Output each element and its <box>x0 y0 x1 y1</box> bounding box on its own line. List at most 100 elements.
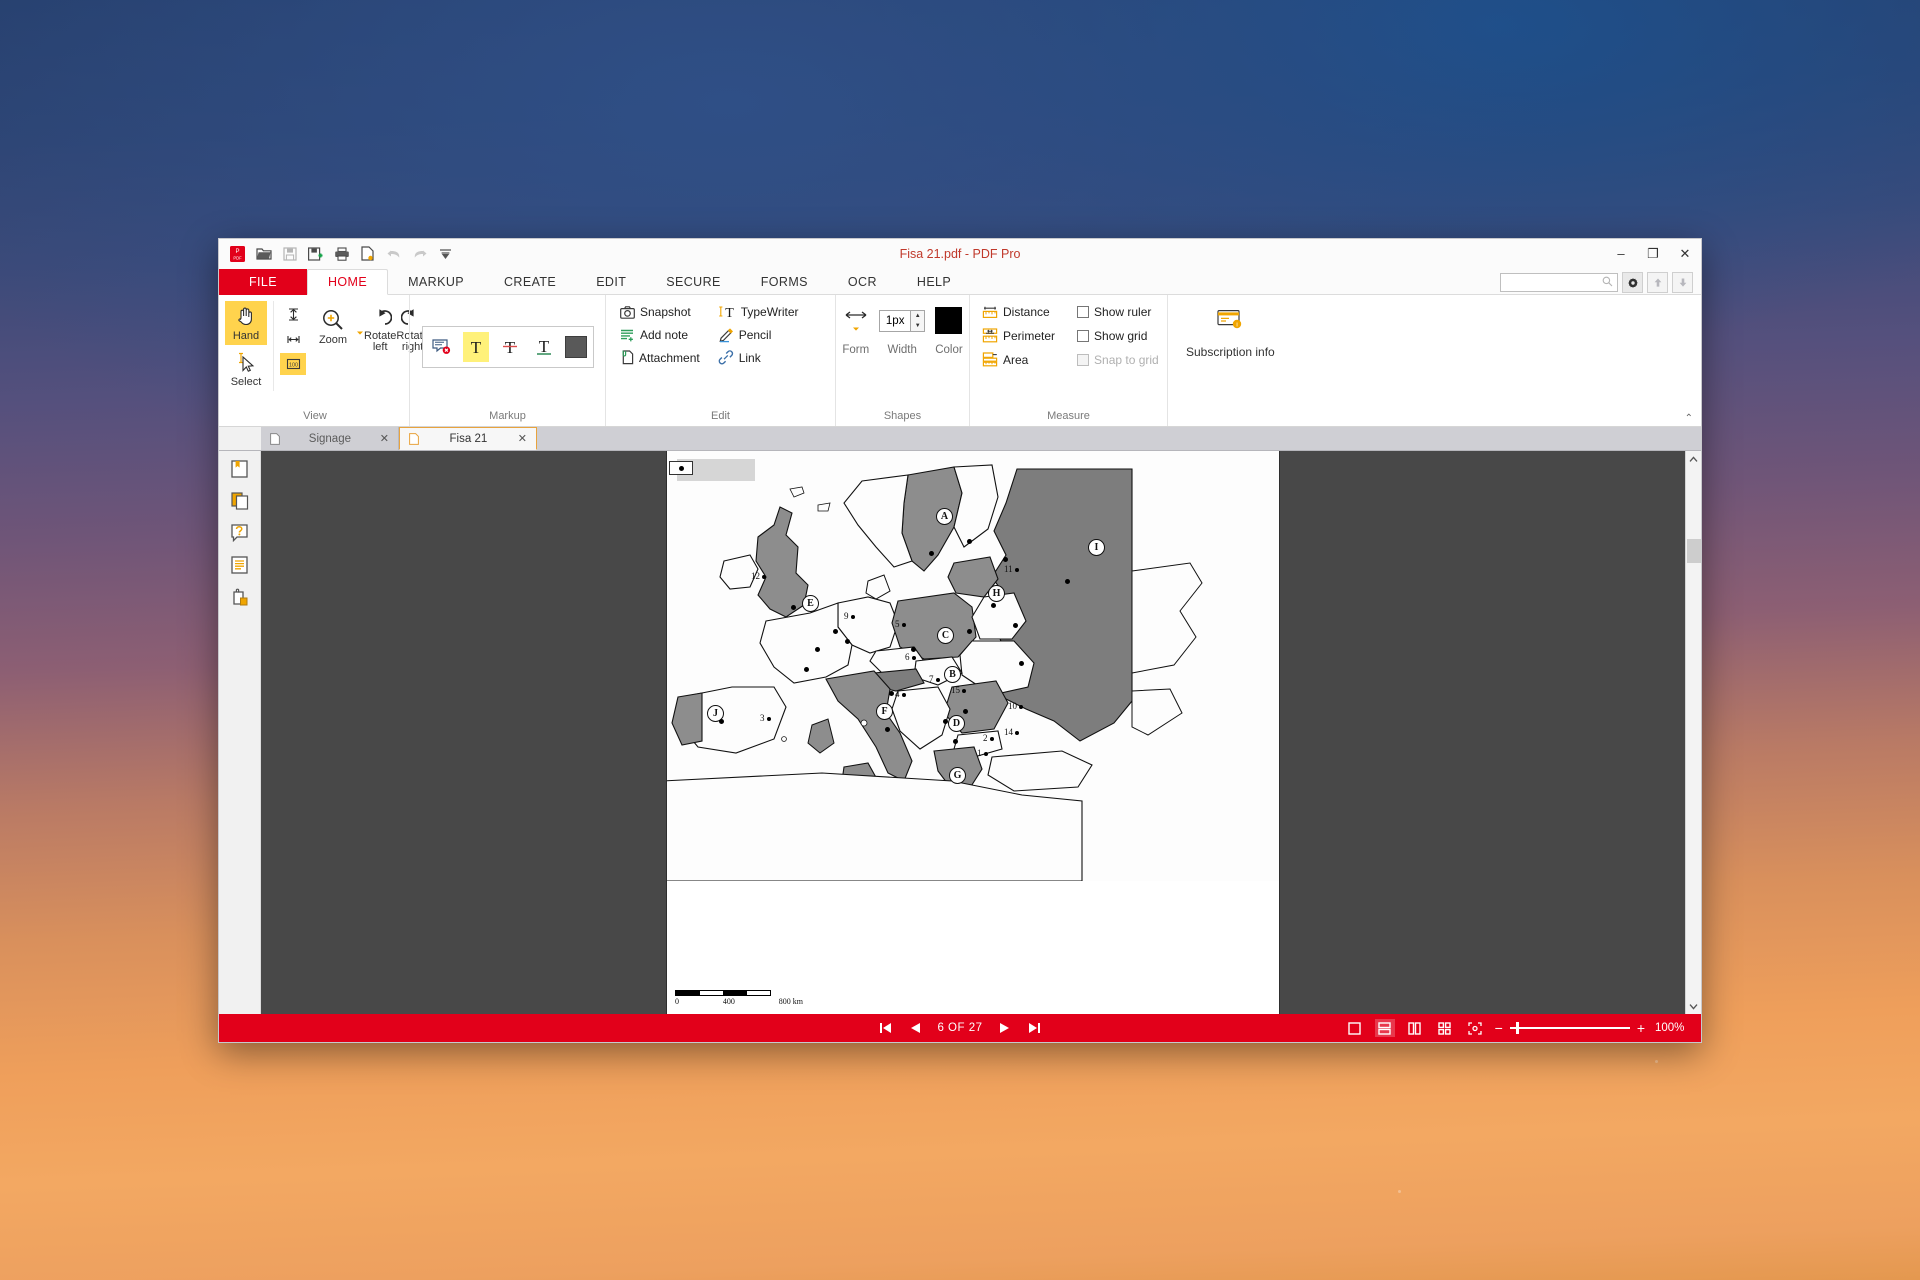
zoom-level-label[interactable]: 100% <box>1655 1022 1689 1034</box>
shape-color-swatch[interactable] <box>935 307 963 334</box>
close-button[interactable]: ✕ <box>1669 239 1701 269</box>
strikeout-text-tool-button[interactable]: T <box>497 332 523 362</box>
zoom-slider-knob[interactable] <box>1515 1022 1519 1034</box>
map-capital-dot <box>967 629 972 634</box>
previous-page-button[interactable] <box>907 1020 923 1036</box>
document-tab-fisa21-close[interactable]: ✕ <box>518 432 527 445</box>
map-capital-dot <box>815 647 820 652</box>
save-as-icon[interactable] <box>303 241 328 266</box>
zoom-in-button[interactable]: + <box>1637 1020 1645 1036</box>
actual-size-button[interactable]: 100 <box>280 353 306 375</box>
map-country-label-G: G <box>949 767 966 784</box>
document-tab-signage[interactable]: Signage ✕ <box>261 427 399 450</box>
search-input[interactable] <box>1505 276 1602 289</box>
show-grid-checkbox[interactable]: Show grid <box>1077 328 1159 343</box>
attachments-panel-icon[interactable] <box>226 585 254 609</box>
ribbon-tab-forms[interactable]: FORMS <box>741 269 828 295</box>
zoom-slider-track[interactable] <box>1509 1022 1630 1034</box>
snapshot-button[interactable]: Snapshot <box>620 304 700 320</box>
settings-gear-button[interactable] <box>1622 272 1643 293</box>
zoom-slider-control[interactable]: − + <box>1495 1020 1645 1036</box>
new-document-icon[interactable] <box>355 241 380 266</box>
shape-width-control[interactable]: 1px ▲ ▼ Width <box>879 307 926 356</box>
undo-icon[interactable] <box>381 241 406 266</box>
last-page-button[interactable] <box>1027 1020 1043 1036</box>
open-icon[interactable] <box>251 241 276 266</box>
perimeter-tool-button[interactable]: Perimeter <box>982 328 1055 343</box>
add-note-button[interactable]: Add note <box>620 327 700 343</box>
comments-panel-icon[interactable] <box>226 521 254 545</box>
ribbon-tab-secure[interactable]: SECURE <box>646 269 741 295</box>
search-box[interactable] <box>1500 273 1618 292</box>
main-area: A E I H C B F D G J 12 5 6 7 15 11 10 14… <box>219 451 1701 1014</box>
ribbon-tab-ocr[interactable]: OCR <box>828 269 897 295</box>
ribbon-tab-help[interactable]: HELP <box>897 269 971 295</box>
first-page-button[interactable] <box>877 1020 893 1036</box>
shape-form-control[interactable]: Form <box>842 307 869 356</box>
two-page-view-button[interactable] <box>1405 1019 1425 1037</box>
page-thumbnails-panel-icon[interactable] <box>226 489 254 513</box>
zoom-button[interactable]: Zoom <box>310 307 356 346</box>
redo-icon[interactable] <box>407 241 432 266</box>
attachment-button[interactable]: Attachment <box>620 350 700 365</box>
map-capital-dot <box>991 603 996 608</box>
vertical-scrollbar[interactable] <box>1685 451 1701 1014</box>
markup-color-swatch[interactable] <box>564 335 587 358</box>
search-previous-button[interactable] <box>1647 272 1668 293</box>
page-indicator[interactable]: 6 OF 27 <box>937 1022 982 1034</box>
fit-visible-view-button[interactable] <box>1465 1019 1485 1037</box>
underline-text-tool-button[interactable]: T <box>531 332 557 362</box>
delete-comment-tool-button[interactable] <box>429 332 455 362</box>
line-width-increase[interactable]: ▲ <box>911 310 925 321</box>
document-tab-signage-label: Signage <box>308 432 351 445</box>
ribbon-tab-home[interactable]: HOME <box>307 269 389 295</box>
grid-view-button[interactable] <box>1435 1019 1455 1037</box>
maximize-button[interactable]: ❐ <box>1637 239 1669 269</box>
hand-tool-button[interactable]: Hand <box>225 301 267 345</box>
print-icon[interactable] <box>329 241 354 266</box>
shape-color-control[interactable]: Color <box>935 307 963 356</box>
single-page-view-button[interactable] <box>1345 1019 1365 1037</box>
map-capital-dot <box>963 709 968 714</box>
show-ruler-checkbox-box[interactable] <box>1077 306 1090 318</box>
document-tab-signage-close[interactable]: ✕ <box>380 432 389 445</box>
line-width-spinner[interactable]: 1px ▲ ▼ <box>879 309 926 332</box>
subscription-info-button[interactable]: i Subscription info <box>1186 309 1275 359</box>
ribbon-tab-file[interactable]: FILE <box>219 269 307 295</box>
navigation-panel-rail <box>219 451 261 1014</box>
continuous-scroll-view-button[interactable] <box>1374 1019 1395 1037</box>
typewriter-button[interactable]: T TypeWriter <box>718 304 799 320</box>
line-width-decrease[interactable]: ▼ <box>911 320 925 331</box>
fit-width-button[interactable] <box>280 328 306 350</box>
scrollbar-thumb[interactable] <box>1687 539 1701 563</box>
ribbon-tab-create[interactable]: CREATE <box>484 269 576 295</box>
show-ruler-checkbox[interactable]: Show ruler <box>1077 305 1159 319</box>
zoom-out-button[interactable]: − <box>1495 1020 1503 1036</box>
bookmarks-panel-icon[interactable] <box>226 457 254 481</box>
show-grid-checkbox-box[interactable] <box>1077 329 1090 342</box>
fit-page-button[interactable] <box>280 303 306 325</box>
document-tab-fisa21[interactable]: Fisa 21 ✕ <box>399 427 537 450</box>
select-tool-button[interactable]: Select <box>225 347 267 391</box>
highlight-text-tool-button[interactable]: T <box>462 331 489 362</box>
document-viewport[interactable]: A E I H C B F D G J 12 5 6 7 15 11 10 14… <box>261 451 1685 1014</box>
ribbon-tab-edit[interactable]: EDIT <box>576 269 646 295</box>
save-icon[interactable] <box>277 241 302 266</box>
pencil-button[interactable]: Pencil <box>718 327 799 343</box>
ribbon-tab-markup[interactable]: MARKUP <box>388 269 484 295</box>
link-button[interactable]: Link <box>718 350 799 365</box>
distance-tool-button[interactable]: Distance <box>982 305 1055 319</box>
rotate-left-button[interactable]: Rotate left <box>364 301 396 353</box>
scroll-down-button[interactable] <box>1686 998 1702 1014</box>
scroll-up-button[interactable] <box>1686 451 1702 467</box>
customize-toolbar-icon[interactable] <box>433 241 458 266</box>
zoom-dropdown-arrow[interactable] <box>356 307 364 341</box>
minimize-button[interactable]: – <box>1605 239 1637 269</box>
content-panel-icon[interactable] <box>226 553 254 577</box>
map-number-label: 9 <box>844 611 855 621</box>
area-tool-button[interactable]: Area <box>982 352 1055 367</box>
collapse-ribbon-button[interactable]: ⌃ <box>1685 413 1693 424</box>
app-logo-icon[interactable]: P PDF <box>225 241 250 266</box>
search-next-button[interactable] <box>1672 272 1693 293</box>
next-page-button[interactable] <box>997 1020 1013 1036</box>
